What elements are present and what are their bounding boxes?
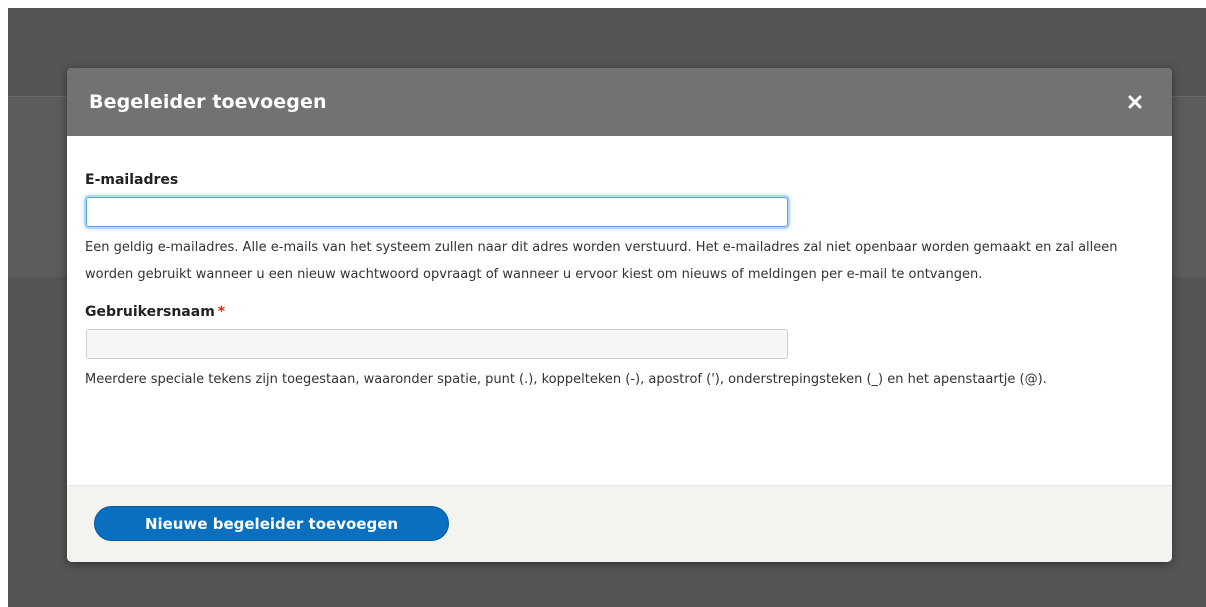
- dialog-content: E-mailadres Een geldig e-mailadres. Alle…: [67, 136, 1172, 393]
- username-field[interactable]: [86, 329, 788, 359]
- required-marker: *: [217, 304, 226, 320]
- dialog-titlebar: Begeleider toevoegen: [67, 68, 1172, 136]
- email-field[interactable]: [86, 197, 788, 227]
- email-description: Een geldig e-mailadres. Alle e-mails van…: [85, 240, 1118, 282]
- add-companion-dialog: Begeleider toevoegen E-mailadres Een gel…: [67, 68, 1172, 562]
- username-label-text: Gebruikersnaam: [85, 304, 215, 320]
- dialog-title: Begeleider toevoegen: [89, 91, 327, 113]
- email-label: E-mailadres: [85, 172, 1154, 188]
- username-description: Meerdere speciale tekens zijn toegestaan…: [85, 372, 1047, 387]
- close-button[interactable]: [1122, 89, 1148, 115]
- email-label-text: E-mailadres: [85, 172, 179, 188]
- username-label: Gebruikersnaam *: [85, 304, 1154, 320]
- dialog-footer: Nieuwe begeleider toevoegen: [67, 485, 1172, 562]
- close-icon: [1128, 95, 1142, 109]
- add-companion-button[interactable]: Nieuwe begeleider toevoegen: [94, 506, 449, 541]
